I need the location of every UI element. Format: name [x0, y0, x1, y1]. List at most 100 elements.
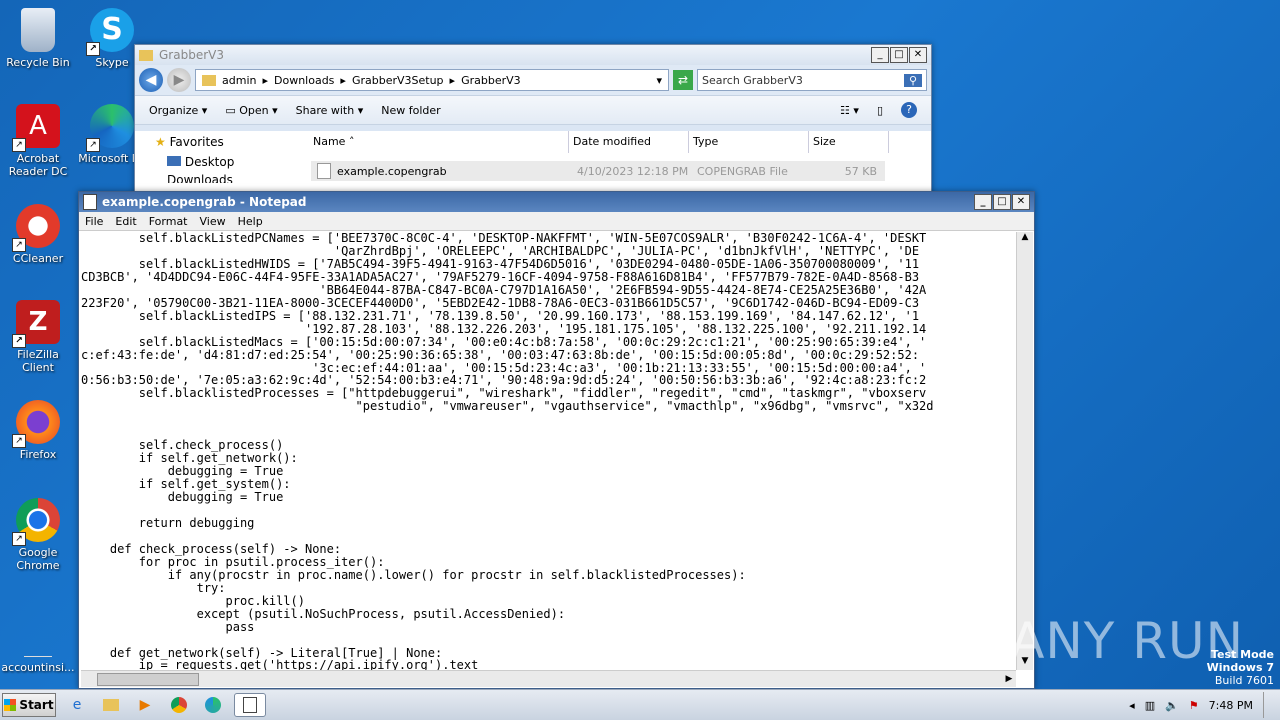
share-with-button[interactable]: Share with ▾: [296, 104, 364, 117]
back-button[interactable]: ◀: [139, 68, 163, 92]
desktop-icon-acrobat[interactable]: A ↗ Acrobat Reader DC: [0, 104, 76, 178]
clock[interactable]: 7:48 PM: [1209, 699, 1253, 712]
chrome-icon: ↗: [12, 498, 60, 546]
navigation-pane[interactable]: ★ Favorites Desktop Downloads: [135, 131, 297, 195]
maximize-button[interactable]: □: [890, 47, 908, 63]
explorer-titlebar[interactable]: GrabberV3 _ □ ✕: [135, 45, 931, 65]
desktop-icon-recycle-bin[interactable]: Recycle Bin: [0, 8, 76, 69]
notepad-title: example.copengrab - Notepad: [102, 195, 307, 209]
scroll-up-arrow-icon[interactable]: ▲: [1017, 232, 1033, 246]
media-player-icon[interactable]: ▶: [132, 694, 158, 716]
desktop-icon-label: CCleaner: [12, 252, 64, 265]
column-name[interactable]: Name ˄: [297, 131, 569, 153]
menu-file[interactable]: File: [85, 215, 103, 228]
desktop-icon-label: accountinsi...: [1, 661, 75, 674]
os-info-line: Test Mode: [1211, 648, 1274, 661]
edge-taskbar-icon[interactable]: [200, 694, 226, 716]
notepad-titlebar[interactable]: example.copengrab - Notepad _ □ ✕: [79, 192, 1034, 212]
help-icon[interactable]: ?: [901, 102, 917, 118]
text-editor[interactable]: self.blackListedPCNames = ['BEE7370C-8C0…: [81, 232, 1016, 670]
notepad-taskbar-icon[interactable]: [234, 693, 266, 717]
firefox-icon: ↗: [12, 400, 60, 448]
desktop-icon-chrome[interactable]: ↗ Google Chrome: [0, 498, 76, 572]
close-button[interactable]: ✕: [1012, 194, 1030, 210]
view-options-icon[interactable]: ☷ ▾: [840, 104, 859, 117]
menu-help[interactable]: Help: [238, 215, 263, 228]
preview-pane-icon[interactable]: ▯: [877, 104, 883, 117]
chevron-right-icon: ▸: [262, 73, 268, 87]
system-tray: ◂ ▥ 🔈 ⚑ 7:48 PM: [1129, 692, 1280, 718]
skype-icon: S ↗: [86, 8, 134, 56]
column-type[interactable]: Type: [689, 131, 809, 153]
minimize-button[interactable]: _: [871, 47, 889, 63]
shortcut-arrow-icon: ↗: [12, 138, 26, 152]
column-date-modified[interactable]: Date modified: [569, 131, 689, 153]
edge-icon: ↗: [86, 104, 134, 152]
organize-button[interactable]: Organize ▾: [149, 104, 207, 117]
shortcut-arrow-icon: ↗: [12, 334, 26, 348]
search-icon[interactable]: ⚲: [904, 73, 922, 87]
refresh-button[interactable]: ⇄: [673, 70, 693, 90]
nav-desktop[interactable]: Desktop: [135, 153, 297, 171]
new-folder-button[interactable]: New folder: [381, 104, 440, 117]
desktop-icon-label: Google Chrome: [16, 546, 60, 572]
desktop-icon-label: FileZilla Client: [17, 348, 59, 374]
search-placeholder: Search GrabberV3: [702, 73, 803, 87]
desktop-icon-ccleaner[interactable]: ↗ CCleaner: [0, 204, 76, 265]
folder-icon: [202, 74, 216, 86]
explorer-title: GrabberV3: [159, 48, 224, 62]
show-desktop-button[interactable]: [1263, 692, 1274, 718]
scroll-right-arrow-icon[interactable]: ▶: [1002, 671, 1016, 687]
explorer-taskbar-icon[interactable]: [98, 694, 124, 716]
ccleaner-icon: ↗: [12, 204, 60, 252]
breadcrumb-item[interactable]: admin: [222, 74, 256, 87]
nav-favorites[interactable]: ★ Favorites: [135, 131, 297, 153]
flag-icon[interactable]: ⚑: [1189, 699, 1199, 712]
dropdown-arrow-icon[interactable]: ▾: [656, 74, 662, 87]
star-icon: ★: [155, 135, 166, 149]
file-icon: [24, 612, 52, 657]
open-button[interactable]: ▭ Open ▾: [225, 104, 277, 117]
filezilla-icon: Z ↗: [12, 300, 60, 348]
file-list[interactable]: Name ˄ Date modified Type Size example.c…: [297, 131, 931, 195]
folder-icon: [139, 49, 153, 61]
tray-arrow-icon[interactable]: ◂: [1129, 699, 1135, 712]
shortcut-arrow-icon: ↗: [86, 42, 100, 56]
file-size: 57 KB: [844, 164, 877, 178]
address-bar[interactable]: admin ▸ Downloads ▸ GrabberV3Setup ▸ Grabbe…: [195, 69, 669, 91]
windows-logo-icon: [4, 699, 17, 711]
file-row[interactable]: example.copengrab 4/10/2023 12:18 PM COP…: [311, 161, 885, 181]
desktop-icon-label: Acrobat Reader DC: [8, 152, 68, 178]
horizontal-scrollbar[interactable]: ▶: [81, 670, 1016, 687]
network-icon[interactable]: ▥: [1145, 699, 1155, 712]
explorer-window[interactable]: GrabberV3 _ □ ✕ ◀ ▶ admin ▸ Downloads ▸ Gr…: [134, 44, 932, 196]
start-button[interactable]: Start: [2, 693, 56, 717]
os-info: Test Mode Windows 7 Build 7601: [1207, 648, 1274, 687]
nav-downloads[interactable]: Downloads: [135, 171, 297, 183]
close-button[interactable]: ✕: [909, 47, 927, 63]
breadcrumb-item[interactable]: GrabberV3Setup: [352, 74, 444, 87]
forward-button[interactable]: ▶: [167, 68, 191, 92]
desktop-icon-firefox[interactable]: ↗ Firefox: [0, 400, 76, 461]
menu-edit[interactable]: Edit: [115, 215, 136, 228]
file-type: COPENGRAB File: [697, 164, 788, 178]
ie-icon[interactable]: e: [64, 694, 90, 716]
search-input[interactable]: Search GrabberV3 ⚲: [697, 69, 927, 91]
vertical-scrollbar[interactable]: ▲ ▼: [1016, 232, 1033, 670]
breadcrumb-item[interactable]: GrabberV3: [461, 74, 521, 87]
desktop-icon-filezilla[interactable]: Z ↗ FileZilla Client: [0, 300, 76, 374]
shortcut-arrow-icon: ↗: [12, 238, 26, 252]
menu-view[interactable]: View: [200, 215, 226, 228]
chrome-taskbar-icon[interactable]: [166, 694, 192, 716]
notepad-window[interactable]: example.copengrab - Notepad _ □ ✕ File E…: [78, 191, 1035, 689]
chevron-right-icon: ▸: [340, 73, 346, 87]
breadcrumb-item[interactable]: Downloads: [274, 74, 334, 87]
desktop-icon-accountinsi[interactable]: accountinsi...: [0, 612, 76, 674]
volume-icon[interactable]: 🔈: [1165, 699, 1179, 712]
column-size[interactable]: Size: [809, 131, 889, 153]
file-date: 4/10/2023 12:18 PM: [577, 164, 689, 178]
menu-format[interactable]: Format: [149, 215, 188, 228]
maximize-button[interactable]: □: [993, 194, 1011, 210]
minimize-button[interactable]: _: [974, 194, 992, 210]
scroll-thumb[interactable]: [97, 673, 199, 686]
